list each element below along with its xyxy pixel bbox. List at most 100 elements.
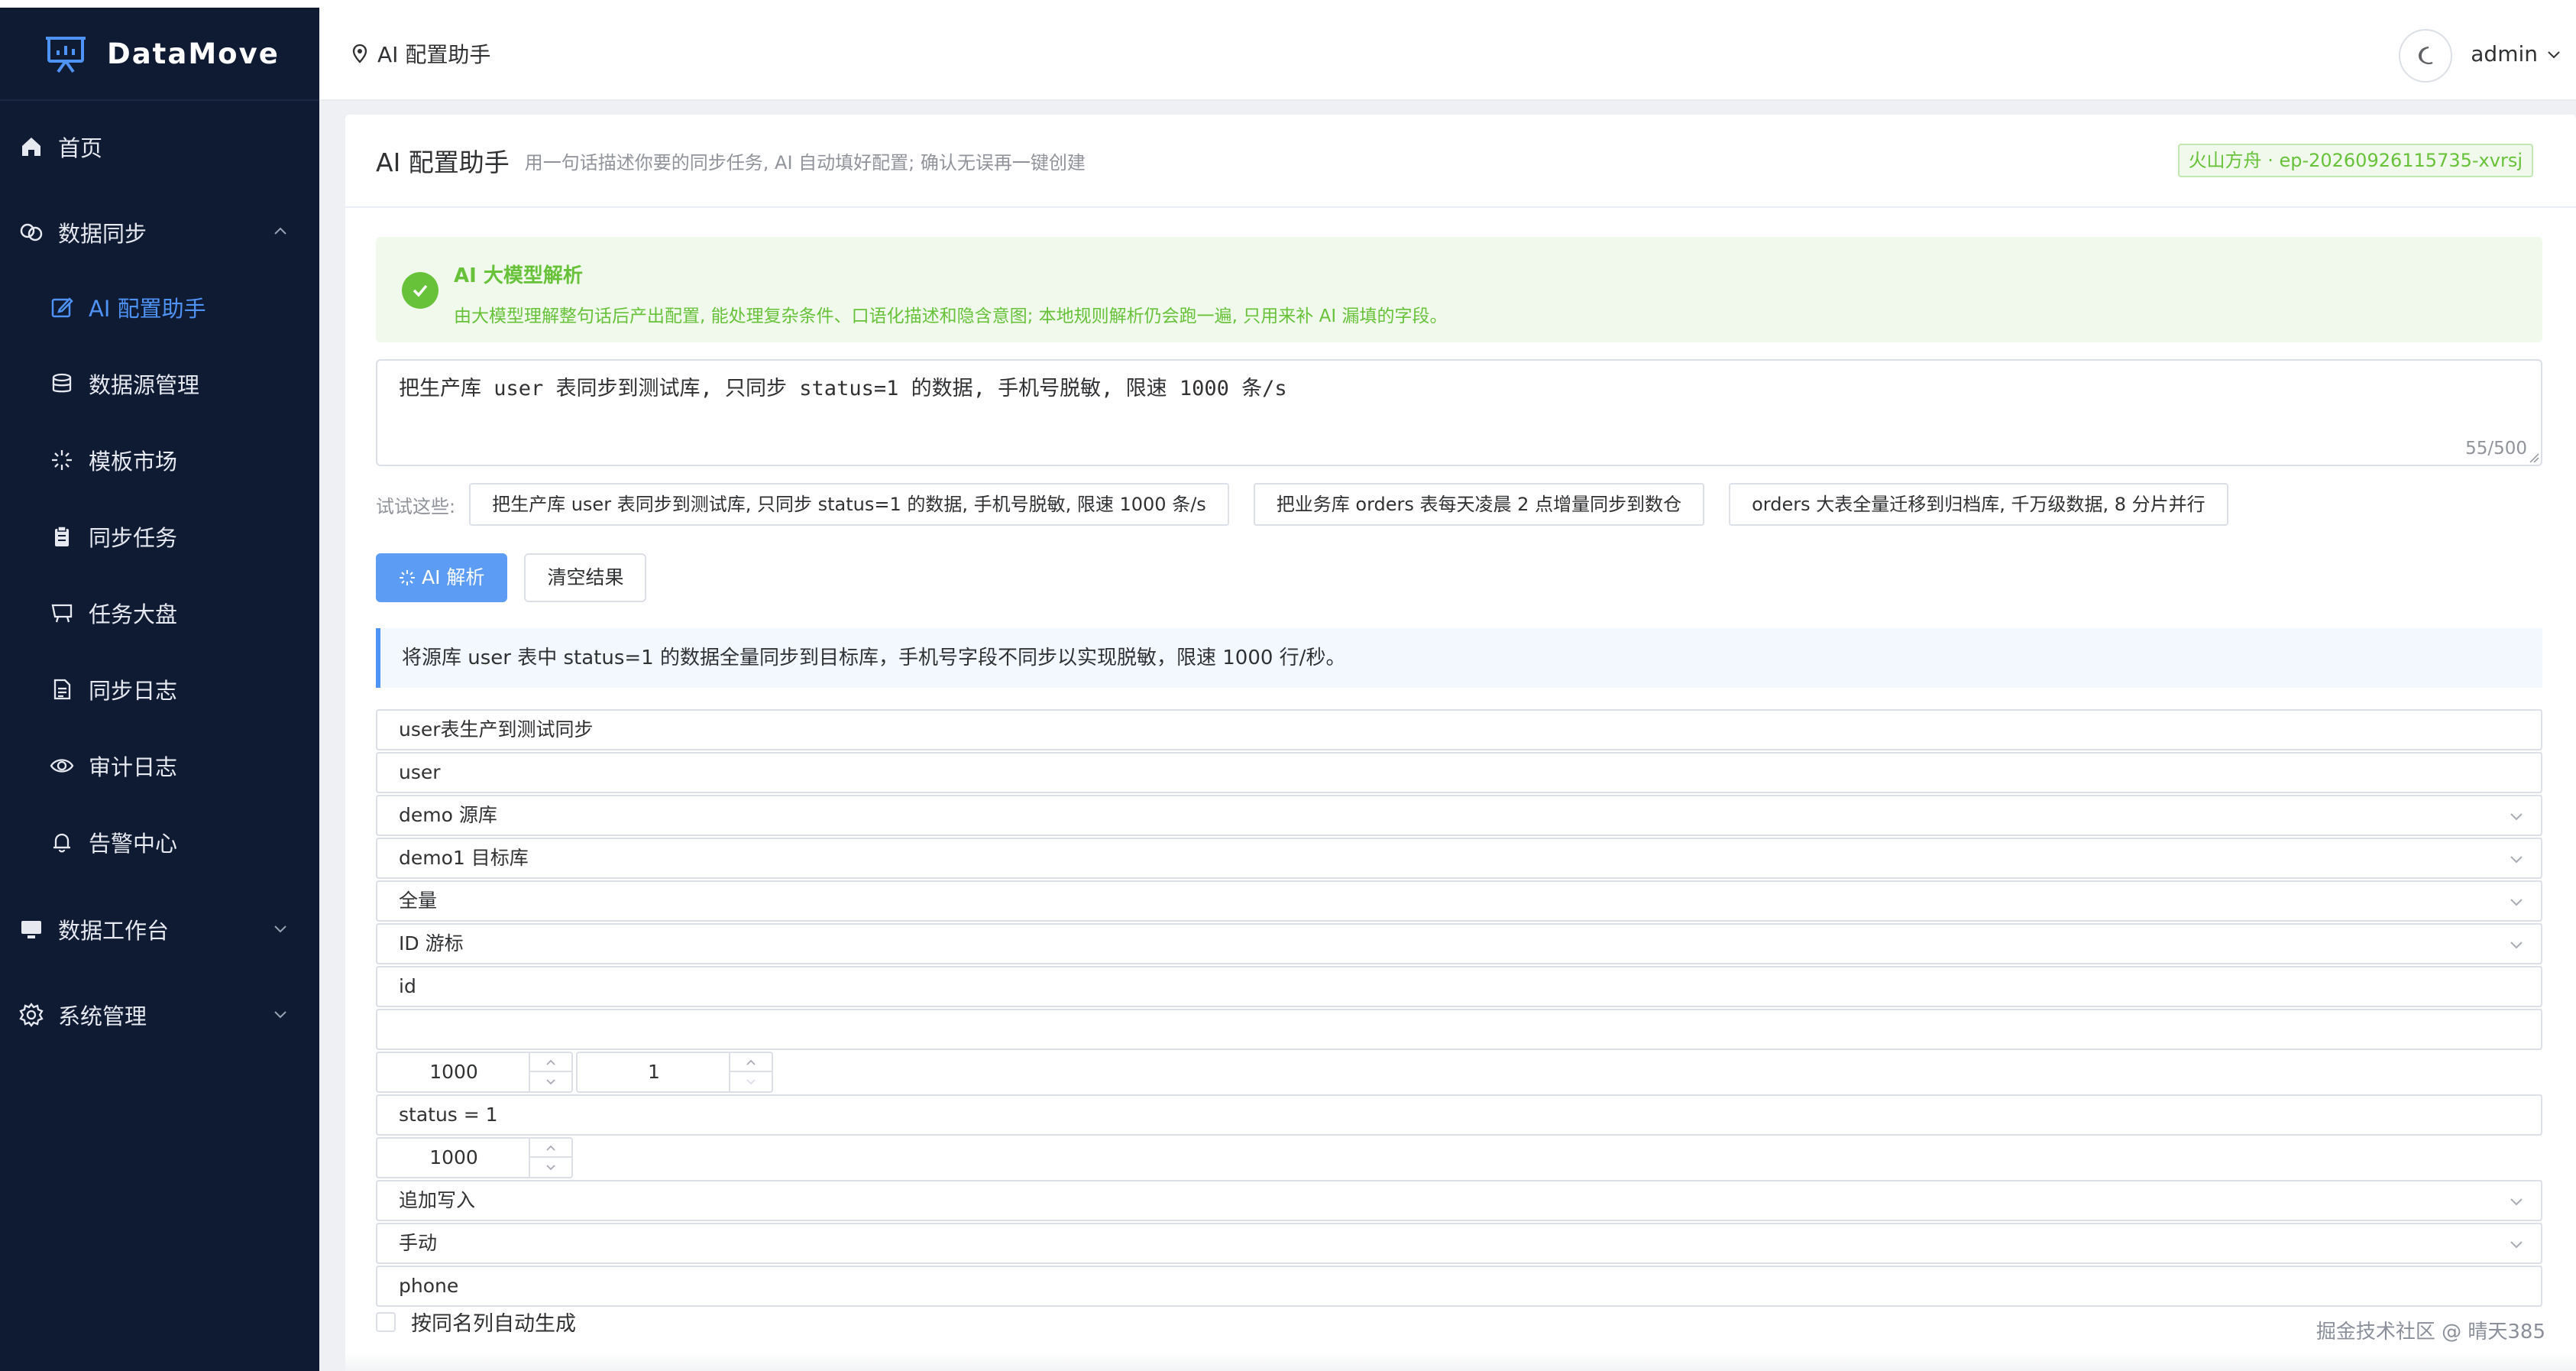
sidebar-item-label: 告警中心	[89, 831, 178, 857]
chevron-up-icon	[274, 227, 286, 235]
sidebar-item-system-admin[interactable]: 系统管理	[0, 992, 319, 1038]
sidebar-item-data-sync[interactable]: 数据同步	[0, 209, 319, 255]
app-name: DataMove	[107, 37, 280, 70]
sidebar-item-audit-logs[interactable]: 审计日志	[0, 743, 319, 789]
sidebar-item-data-workbench[interactable]: 数据工作台	[0, 906, 319, 952]
stepper-controls	[729, 1053, 772, 1091]
chevron-down-icon	[746, 1078, 756, 1084]
examples-label: 试试这些:	[376, 495, 456, 517]
watermark: 掘金技术社区 @ 晴天385	[2315, 1321, 2545, 1343]
example-chip[interactable]: 把业务库 orders 表每天凌晨 2 点增量同步到数仓	[1253, 483, 1705, 526]
resize-handle-icon[interactable]	[2529, 452, 2539, 463]
table-input[interactable]: user	[376, 752, 2542, 793]
batch-size-stepper[interactable]: 1000	[376, 1052, 573, 1093]
sync-icon	[18, 219, 44, 245]
cursor-type-value: ID 游标	[399, 932, 464, 955]
auto-generate-checkbox[interactable]	[376, 1311, 396, 1332]
cursor-type-select[interactable]: ID 游标	[376, 923, 2542, 964]
example-chip[interactable]: 把生产库 user 表同步到测试库, 只同步 status=1 的数据, 手机号…	[469, 483, 1229, 526]
rate-limit-stepper[interactable]: 1000	[376, 1137, 573, 1178]
batch-size-value: 1000	[429, 1061, 478, 1083]
cursor-field-value: id	[399, 975, 416, 997]
task-name-input[interactable]: user表生产到测试同步	[376, 709, 2542, 750]
chevron-down-icon	[2510, 1241, 2523, 1249]
sync-mode-select[interactable]: 全量	[376, 880, 2542, 922]
sidebar-item-sync-tasks[interactable]: 同步任务	[0, 514, 319, 559]
location-pin-icon	[352, 44, 367, 63]
ai-assistant-card: AI 配置助手 用一句话描述你要的同步任务, AI 自动填好配置; 确认无误再一…	[345, 115, 2576, 1371]
breadcrumb-current: AI 配置助手	[377, 42, 491, 67]
target-value: demo1 目标库	[399, 847, 529, 869]
ai-model-alert: AI 大模型解析 由大模型理解整句话后产出配置, 能处理复杂条件、口语化描述和隐…	[376, 237, 2542, 342]
target-select[interactable]: demo1 目标库	[376, 838, 2542, 879]
trigger-value: 手动	[399, 1232, 438, 1254]
decrement-button[interactable]	[530, 1072, 571, 1091]
breadcrumb: AI 配置助手	[351, 38, 490, 69]
mask-field-value: phone	[399, 1275, 459, 1297]
cursor-field-input[interactable]: id	[376, 966, 2542, 1007]
sidebar-item-alert-center[interactable]: 告警中心	[0, 819, 319, 865]
increment-button[interactable]	[730, 1053, 772, 1072]
sidebar-item-label: 系统管理	[58, 1003, 147, 1029]
increment-button[interactable]	[530, 1053, 571, 1072]
chevron-up-icon	[746, 1059, 756, 1065]
stepper-controls	[529, 1139, 571, 1177]
database-icon	[49, 371, 75, 397]
chevron-up-icon	[546, 1059, 555, 1065]
stepper-controls	[529, 1053, 571, 1091]
auto-generate-label: 按同名列自动生成	[411, 1312, 576, 1336]
sidebar-item-template-market[interactable]: 模板市场	[0, 437, 319, 483]
auto-generate-option[interactable]: 按同名列自动生成	[376, 1307, 576, 1337]
sidebar-item-sync-logs[interactable]: 同步日志	[0, 666, 319, 712]
example-chip[interactable]: orders 大表全量迁移到归档库, 千万级数据, 8 分片并行	[1729, 483, 2228, 526]
ai-parse-button[interactable]: AI 解析	[376, 553, 508, 602]
decrement-button[interactable]	[530, 1158, 571, 1177]
document-icon	[49, 676, 75, 702]
username: admin	[2471, 41, 2538, 66]
prompt-textarea[interactable]: 把生产库 user 表同步到测试库, 只同步 status=1 的数据, 手机号…	[376, 359, 2542, 466]
sidebar-item-label: 任务大盘	[89, 601, 178, 627]
gear-icon	[18, 1002, 44, 1028]
where-value: status = 1	[399, 1104, 498, 1126]
chevron-down-icon	[2510, 899, 2523, 906]
chevron-down-icon	[274, 925, 286, 933]
chevron-down-icon	[2510, 1198, 2523, 1206]
source-select[interactable]: demo 源库	[376, 795, 2542, 836]
sidebar-item-home[interactable]: 首页	[0, 124, 319, 170]
chevron-down-icon	[2548, 50, 2560, 58]
sidebar: DataMove 首页 数据同步 AI 配置助手 数据源管理 模板市场 同步任务…	[0, 8, 319, 1371]
chevron-down-icon	[2510, 856, 2523, 864]
where-condition-input[interactable]: status = 1	[376, 1094, 2542, 1136]
empty-input[interactable]	[376, 1009, 2542, 1050]
source-value: demo 源库	[399, 804, 497, 826]
prompt-text: 把生产库 user 表同步到测试库, 只同步 status=1 的数据, 手机号…	[399, 377, 1287, 400]
example-prompts: 试试这些: 把生产库 user 表同步到测试库, 只同步 status=1 的数…	[376, 483, 2253, 526]
sidebar-item-ai-assistant[interactable]: AI 配置助手	[0, 284, 319, 330]
user-menu[interactable]: admin	[2471, 41, 2562, 66]
logo[interactable]: DataMove	[0, 8, 319, 101]
write-mode-select[interactable]: 追加写入	[376, 1180, 2542, 1221]
sidebar-item-datasource[interactable]: 数据源管理	[0, 361, 319, 407]
card-header: AI 配置助手 用一句话描述你要的同步任务, AI 自动填好配置; 确认无误再一…	[345, 115, 2576, 208]
decrement-button[interactable]	[730, 1072, 772, 1091]
mask-field-input[interactable]: phone	[376, 1266, 2542, 1307]
dashboard-logo-icon	[46, 37, 86, 73]
monitor-icon	[18, 916, 44, 942]
sync-mode-value: 全量	[399, 890, 438, 912]
home-icon	[18, 134, 44, 160]
task-name-value: user表生产到测试同步	[399, 718, 594, 741]
bell-icon	[49, 829, 75, 855]
trigger-select[interactable]: 手动	[376, 1223, 2542, 1264]
page-description: 用一句话描述你要的同步任务, AI 自动填好配置; 确认无误再一键创建	[524, 151, 1086, 173]
sidebar-item-task-dashboard[interactable]: 任务大盘	[0, 590, 319, 636]
parse-summary: 将源库 user 表中 status=1 的数据全量同步到目标库，手机号字段不同…	[376, 628, 2542, 688]
alert-description: 由大模型理解整句话后产出配置, 能处理复杂条件、口语化描述和隐含意图; 本地规则…	[454, 306, 1448, 326]
model-tag: 火山方舟 · ep-20260926115735-xvrsj	[2177, 144, 2533, 177]
increment-button[interactable]	[530, 1139, 571, 1158]
top-strip	[0, 0, 2576, 8]
shards-stepper[interactable]: 1	[576, 1052, 773, 1093]
chevron-down-icon	[546, 1164, 555, 1170]
theme-toggle-button[interactable]	[2399, 29, 2452, 83]
clear-results-button[interactable]: 清空结果	[524, 553, 647, 602]
check-circle-icon	[402, 272, 439, 309]
